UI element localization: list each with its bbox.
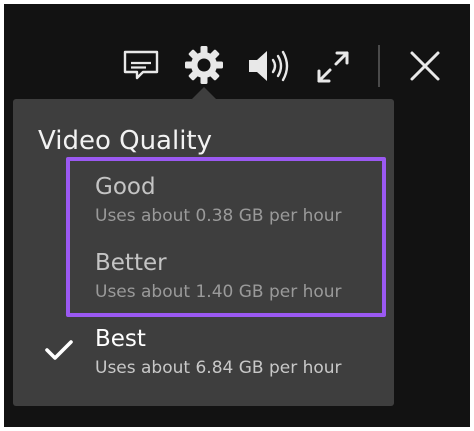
option-label: Good <box>95 174 156 200</box>
option-description: Uses about 6.84 GB per hour <box>95 358 342 378</box>
quality-option-better[interactable]: Better Uses about 1.40 GB per hour <box>95 249 385 303</box>
toolbar-divider <box>378 45 380 87</box>
quality-option-good[interactable]: Good Uses about 0.38 GB per hour <box>95 173 385 227</box>
screenshot-frame: Video Quality Good Uses about 0.38 GB pe… <box>0 0 474 431</box>
quality-option-best[interactable]: Best Uses about 6.84 GB per hour <box>95 325 385 379</box>
menu-caret <box>192 87 216 99</box>
option-label: Better <box>95 250 167 276</box>
volume-icon[interactable] <box>246 47 292 85</box>
close-icon[interactable] <box>406 47 444 85</box>
fullscreen-icon[interactable] <box>313 47 353 87</box>
option-label: Best <box>95 326 146 352</box>
option-description: Uses about 0.38 GB per hour <box>95 206 342 226</box>
checkmark-icon <box>45 340 73 360</box>
option-description: Uses about 1.40 GB per hour <box>95 282 342 302</box>
menu-title: Video Quality <box>38 126 213 156</box>
subtitles-icon[interactable] <box>121 45 161 85</box>
gear-icon[interactable] <box>182 43 226 87</box>
